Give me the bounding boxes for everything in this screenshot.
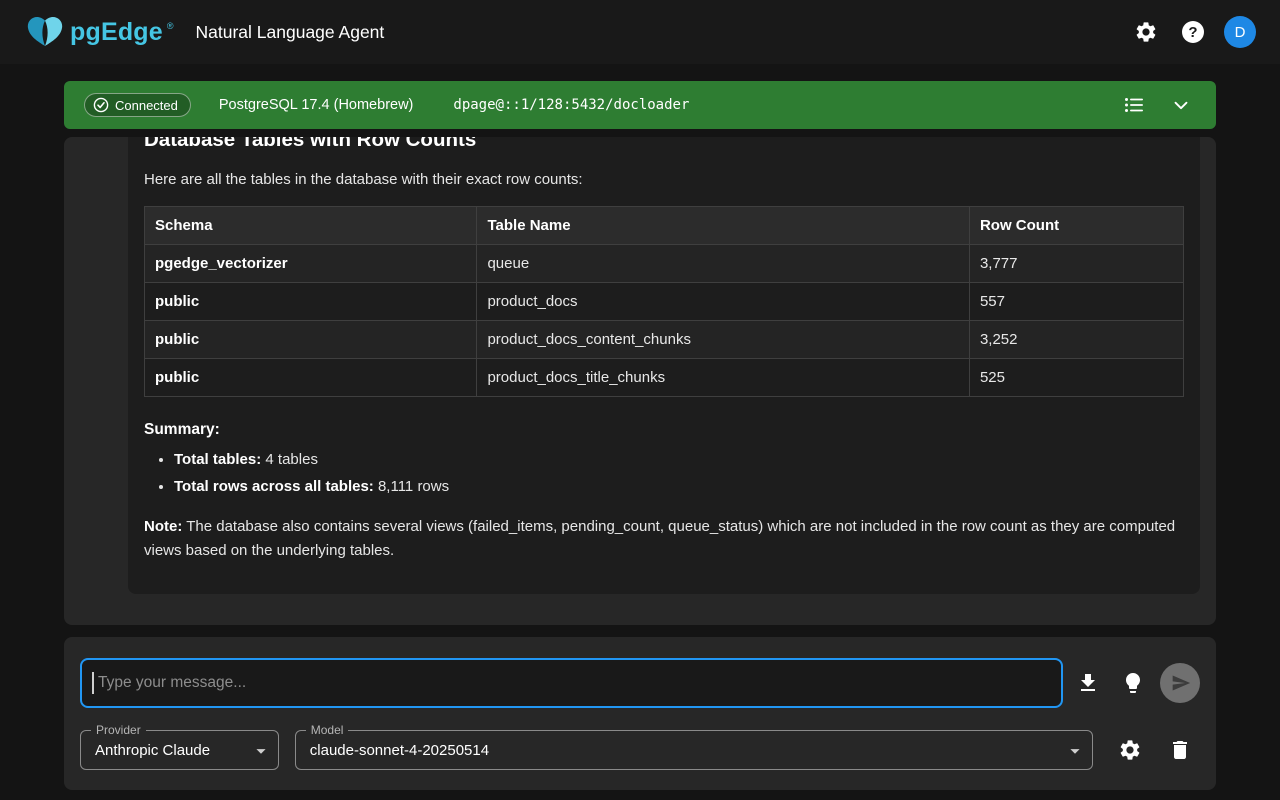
cell-table-name: product_docs_title_chunks: [477, 359, 969, 397]
brand-text: pgEdge: [70, 18, 163, 47]
connection-actions: [1118, 89, 1196, 121]
provider-select-label: Provider: [91, 723, 146, 737]
cell-row-count: 3,777: [969, 245, 1183, 283]
table-row: public product_docs 557: [145, 283, 1184, 321]
cell-schema: public: [145, 359, 477, 397]
composer-input-row: [80, 658, 1200, 708]
help-icon: ?: [1182, 21, 1204, 43]
provider-select[interactable]: Provider Anthropic Claude: [80, 730, 279, 770]
model-select[interactable]: Model claude-sonnet-4-20250514: [295, 730, 1093, 770]
cell-table-name: queue: [477, 245, 969, 283]
cell-schema: public: [145, 283, 477, 321]
download-button[interactable]: [1068, 663, 1108, 703]
message-note: Note: The database also contains several…: [144, 515, 1184, 562]
model-select-label: Model: [306, 723, 349, 737]
cell-schema: public: [145, 321, 477, 359]
cell-row-count: 525: [969, 359, 1183, 397]
suggestions-button[interactable]: [1113, 663, 1153, 703]
summary-label: Summary:: [144, 421, 1184, 439]
model-select-value: claude-sonnet-4-20250514: [310, 742, 489, 759]
status-badge: Connected: [84, 93, 191, 117]
status-label: Connected: [115, 98, 178, 113]
cell-table-name: product_docs_content_chunks: [477, 321, 969, 359]
connection-list-button[interactable]: [1118, 89, 1150, 121]
bullet-label: Total rows across all tables:: [174, 478, 374, 495]
message-heading: Database Tables with Row Counts: [144, 137, 1184, 153]
send-icon: [1171, 673, 1191, 693]
composer-settings-button[interactable]: [1111, 730, 1151, 770]
composer-controls-row: Provider Anthropic Claude Model claude-s…: [80, 730, 1200, 770]
assistant-message: Database Tables with Row Counts Here are…: [128, 137, 1200, 594]
avatar[interactable]: D: [1224, 16, 1256, 48]
clear-chat-button[interactable]: [1160, 730, 1200, 770]
gear-icon: [1118, 738, 1142, 762]
note-label: Note:: [144, 518, 182, 535]
summary-list: Total tables: 4 tables Total rows across…: [144, 451, 1184, 495]
chevron-down-icon: [1064, 740, 1086, 762]
note-text: The database also contains several views…: [144, 518, 1175, 559]
bullet-value: 8,111 rows: [374, 478, 449, 495]
check-circle-icon: [93, 97, 109, 113]
text-cursor: [92, 672, 94, 694]
message-intro: Here are all the tables in the database …: [144, 171, 1184, 188]
gear-icon: [1134, 20, 1158, 44]
download-icon: [1076, 671, 1100, 695]
list-item: Total tables: 4 tables: [174, 451, 1184, 468]
connection-bar: Connected PostgreSQL 17.4 (Homebrew) dpa…: [64, 81, 1216, 129]
bullet-value: 4 tables: [261, 451, 318, 468]
page-title: Natural Language Agent: [196, 22, 385, 43]
lightbulb-icon: [1121, 671, 1145, 695]
composer-panel: Provider Anthropic Claude Model claude-s…: [64, 637, 1216, 790]
cell-table-name: product_docs: [477, 283, 969, 321]
settings-button[interactable]: [1130, 16, 1162, 48]
help-button[interactable]: ?: [1178, 17, 1208, 47]
server-version-label: PostgreSQL 17.4 (Homebrew): [219, 97, 414, 113]
cell-row-count: 557: [969, 283, 1183, 321]
column-header-table-name: Table Name: [477, 207, 969, 245]
connection-string: dpage@::1/128:5432/docloader: [453, 97, 689, 113]
cell-schema: pgedge_vectorizer: [145, 245, 477, 283]
table-header-row: Schema Table Name Row Count: [145, 207, 1184, 245]
list-item: Total rows across all tables: 8,111 rows: [174, 478, 1184, 495]
table-row: public product_docs_title_chunks 525: [145, 359, 1184, 397]
row-count-table: Schema Table Name Row Count pgedge_vecto…: [144, 206, 1184, 397]
pgedge-logo-icon: [24, 14, 66, 50]
message-input-wrap[interactable]: [80, 658, 1063, 708]
pgedge-logo: pgEdge ®: [24, 14, 174, 50]
chevron-down-icon: [250, 740, 272, 762]
column-header-schema: Schema: [145, 207, 477, 245]
list-icon: [1122, 93, 1146, 117]
header-actions: ? D: [1130, 16, 1256, 48]
chevron-down-icon: [1170, 94, 1192, 116]
cell-row-count: 3,252: [969, 321, 1183, 359]
app-header: pgEdge ® Natural Language Agent ? D: [0, 0, 1280, 64]
bullet-label: Total tables:: [174, 451, 261, 468]
message-input[interactable]: [96, 673, 1051, 693]
brand-registered-mark: ®: [167, 21, 174, 31]
send-button[interactable]: [1160, 663, 1200, 703]
connection-collapse-button[interactable]: [1166, 90, 1196, 120]
table-row: pgedge_vectorizer queue 3,777: [145, 245, 1184, 283]
chat-panel[interactable]: Database Tables with Row Counts Here are…: [64, 137, 1216, 625]
trash-icon: [1168, 738, 1192, 762]
table-row: public product_docs_content_chunks 3,252: [145, 321, 1184, 359]
provider-select-value: Anthropic Claude: [95, 742, 210, 759]
column-header-row-count: Row Count: [969, 207, 1183, 245]
